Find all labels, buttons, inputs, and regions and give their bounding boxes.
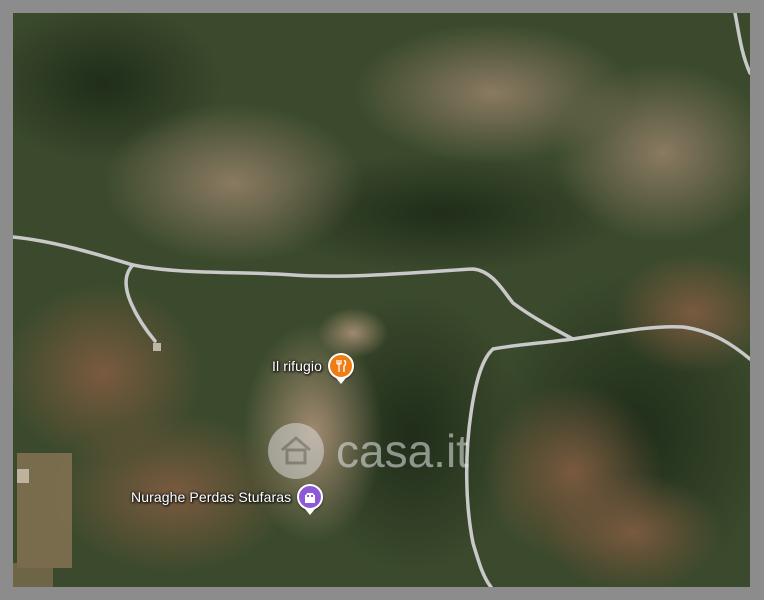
watermark-text: casa.it (336, 425, 469, 477)
terrain-layer (13, 13, 750, 587)
poi-nuraghe[interactable]: Nuraghe Perdas Stufaras (131, 484, 324, 515)
watermark: casa.it (268, 423, 469, 479)
poi-label-restaurant: Il rifugio (272, 358, 323, 374)
map-frame: Il rifugio Nuraghe Perdas Stufaras casa.… (0, 0, 764, 600)
satellite-map[interactable]: Il rifugio Nuraghe Perdas Stufaras casa.… (13, 13, 750, 587)
poi-restaurant[interactable]: Il rifugio (272, 353, 355, 384)
castle-icon (305, 493, 316, 503)
poi-label-nuraghe: Nuraghe Perdas Stufaras (131, 489, 292, 505)
restaurant-icon (336, 360, 347, 372)
monument-pin[interactable] (297, 484, 324, 515)
house-icon (268, 423, 324, 479)
restaurant-pin[interactable] (328, 353, 355, 384)
